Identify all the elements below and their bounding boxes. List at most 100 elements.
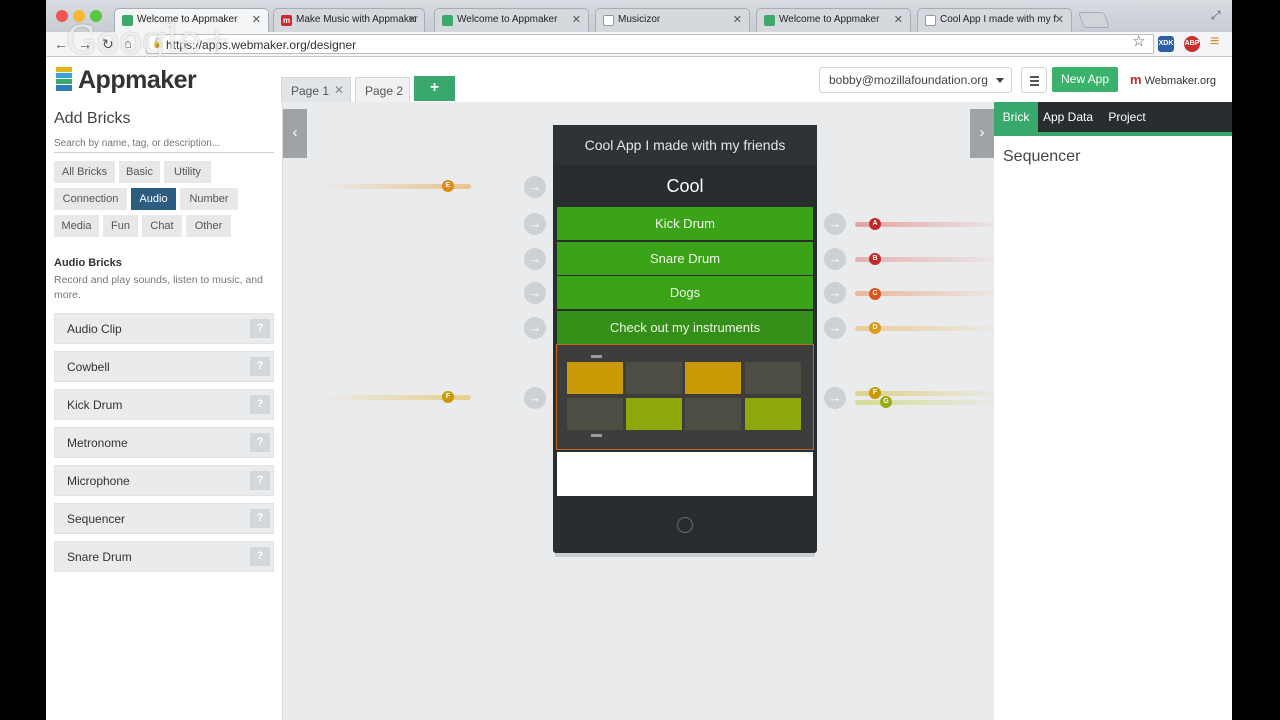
add-page-button[interactable]: + (414, 76, 455, 101)
brick-audio-clip[interactable]: Audio Clip ? (54, 313, 274, 344)
output-arrow-icon[interactable]: → (824, 317, 846, 339)
browser-tab-5[interactable]: Welcome to Appmaker ✕ (756, 8, 911, 32)
category-media[interactable]: Media (54, 215, 99, 237)
close-tab-icon[interactable]: ✕ (733, 13, 742, 26)
brick-label: Cowbell (67, 360, 110, 374)
app-heading[interactable]: Cool (553, 167, 817, 205)
brick-microphone[interactable]: Microphone ? (54, 465, 274, 496)
sequencer-cell[interactable] (685, 362, 741, 394)
hamburger-menu-button[interactable] (1021, 67, 1047, 93)
dogs-button[interactable]: Dogs (557, 276, 813, 309)
brick-snare-drum[interactable]: Snare Drum ? (54, 541, 274, 572)
channel-badge[interactable]: D (869, 322, 881, 334)
sequencer-cell[interactable] (745, 362, 801, 394)
channel-badge[interactable]: G (880, 396, 892, 408)
input-arrow-icon[interactable]: → (524, 213, 546, 235)
channel-badge[interactable]: A (869, 218, 881, 230)
sequencer-cell[interactable] (567, 398, 623, 430)
tab-brick[interactable]: Brick (994, 102, 1038, 132)
tab-page-2[interactable]: Page 2 (355, 77, 410, 102)
drag-handle[interactable] (591, 355, 602, 358)
bookmark-star-icon[interactable]: ☆ (1132, 34, 1145, 49)
empty-brick-slot (557, 452, 813, 496)
brick-metronome[interactable]: Metronome ? (54, 427, 274, 458)
close-tab-icon[interactable]: ✕ (894, 13, 903, 26)
brick-sequencer[interactable]: Sequencer ? (54, 503, 274, 534)
help-button[interactable]: ? (250, 395, 270, 414)
new-tab-button[interactable] (1078, 12, 1110, 28)
sequencer-cell[interactable] (567, 362, 623, 394)
new-app-button[interactable]: New App (1052, 67, 1118, 92)
browser-tab-2[interactable]: m Make Music with Appmaker ✕ (273, 8, 425, 32)
app-title[interactable]: Cool App I made with my friends (553, 125, 817, 165)
channel-badge[interactable]: C (869, 288, 881, 300)
fullscreen-icon[interactable]: ⤢ (1211, 8, 1221, 22)
help-button[interactable]: ? (250, 471, 270, 490)
tab-project[interactable]: Project (1102, 102, 1152, 132)
browser-tab-6[interactable]: Cool App I made with my f ✕ (917, 8, 1072, 32)
input-arrow-icon[interactable]: → (524, 282, 546, 304)
category-number[interactable]: Number (180, 188, 238, 210)
drag-handle[interactable] (591, 434, 602, 437)
category-audio[interactable]: Audio (131, 188, 176, 210)
input-arrow-icon[interactable]: → (524, 317, 546, 339)
app-logo[interactable]: Appmaker (78, 66, 197, 95)
input-arrow-icon[interactable]: → (524, 248, 546, 270)
adblock-extension-icon[interactable]: ABP (1184, 36, 1200, 52)
brick-kick-drum[interactable]: Kick Drum ? (54, 389, 274, 420)
instruments-button[interactable]: Check out my instruments (557, 311, 813, 345)
help-button[interactable]: ? (250, 509, 270, 528)
category-basic[interactable]: Basic (119, 161, 160, 183)
next-page-button[interactable]: › (970, 109, 994, 158)
address-bar[interactable]: 🔒 https://apps.webmaker.org/designer (146, 34, 1154, 54)
brick-cowbell[interactable]: Cowbell ? (54, 351, 274, 382)
output-arrow-icon[interactable]: → (824, 282, 846, 304)
help-button[interactable]: ? (250, 357, 270, 376)
browser-tab-3[interactable]: Welcome to Appmaker ✕ (434, 8, 589, 32)
inspector-panel: Brick App Data Project Sequencer (994, 102, 1232, 720)
help-button[interactable]: ? (250, 547, 270, 566)
category-connection[interactable]: Connection (54, 188, 127, 210)
help-button[interactable]: ? (250, 319, 270, 338)
category-other[interactable]: Other (186, 215, 231, 237)
output-arrow-icon[interactable]: → (824, 213, 846, 235)
close-page-icon[interactable]: ✕ (334, 83, 344, 97)
account-dropdown[interactable]: bobby@mozillafoundation.org (819, 67, 1012, 93)
category-utility[interactable]: Utility (164, 161, 211, 183)
input-arrow-icon[interactable]: → (524, 176, 546, 198)
help-button[interactable]: ? (250, 433, 270, 452)
sequencer-cell[interactable] (745, 398, 801, 430)
prev-page-button[interactable]: ‹ (283, 109, 307, 158)
close-tab-icon[interactable]: ✕ (408, 13, 417, 26)
brick-label: Microphone (67, 474, 130, 488)
tab-title: Musicizor (618, 14, 661, 25)
close-tab-icon[interactable]: ✕ (1055, 13, 1064, 26)
sequencer-cell[interactable] (685, 398, 741, 430)
tab-title: Welcome to Appmaker (457, 14, 558, 25)
xdk-extension-icon[interactable]: XDK (1158, 36, 1174, 52)
input-arrow-icon[interactable]: → (524, 387, 546, 409)
kick-drum-button[interactable]: Kick Drum (557, 207, 813, 240)
sequencer-brick[interactable] (556, 344, 814, 450)
selected-brick-name: Sequencer (1003, 148, 1081, 165)
channel-badge[interactable]: B (869, 253, 881, 265)
browser-tab-4[interactable]: Musicizor ✕ (595, 8, 750, 32)
output-arrow-icon[interactable]: → (824, 248, 846, 270)
close-tab-icon[interactable]: ✕ (252, 13, 261, 26)
menu-icon[interactable]: ≡ (1210, 34, 1219, 50)
sequencer-cell[interactable] (626, 362, 682, 394)
sequencer-cell[interactable] (626, 398, 682, 430)
channel-badge[interactable]: F (869, 387, 881, 399)
channel-badge[interactable]: F (442, 391, 454, 403)
channel-badge[interactable]: E (442, 180, 454, 192)
tab-page-1[interactable]: Page 1 ✕ (281, 77, 351, 102)
webmaker-link[interactable]: m Webmaker.org (1130, 72, 1216, 87)
output-arrow-icon[interactable]: → (824, 387, 846, 409)
category-chat[interactable]: Chat (142, 215, 182, 237)
tab-app-data[interactable]: App Data (1040, 102, 1096, 132)
brick-search-input[interactable] (54, 135, 274, 153)
snare-drum-button[interactable]: Snare Drum (557, 242, 813, 275)
category-fun[interactable]: Fun (103, 215, 138, 237)
category-all-bricks[interactable]: All Bricks (54, 161, 115, 183)
close-tab-icon[interactable]: ✕ (572, 13, 581, 26)
